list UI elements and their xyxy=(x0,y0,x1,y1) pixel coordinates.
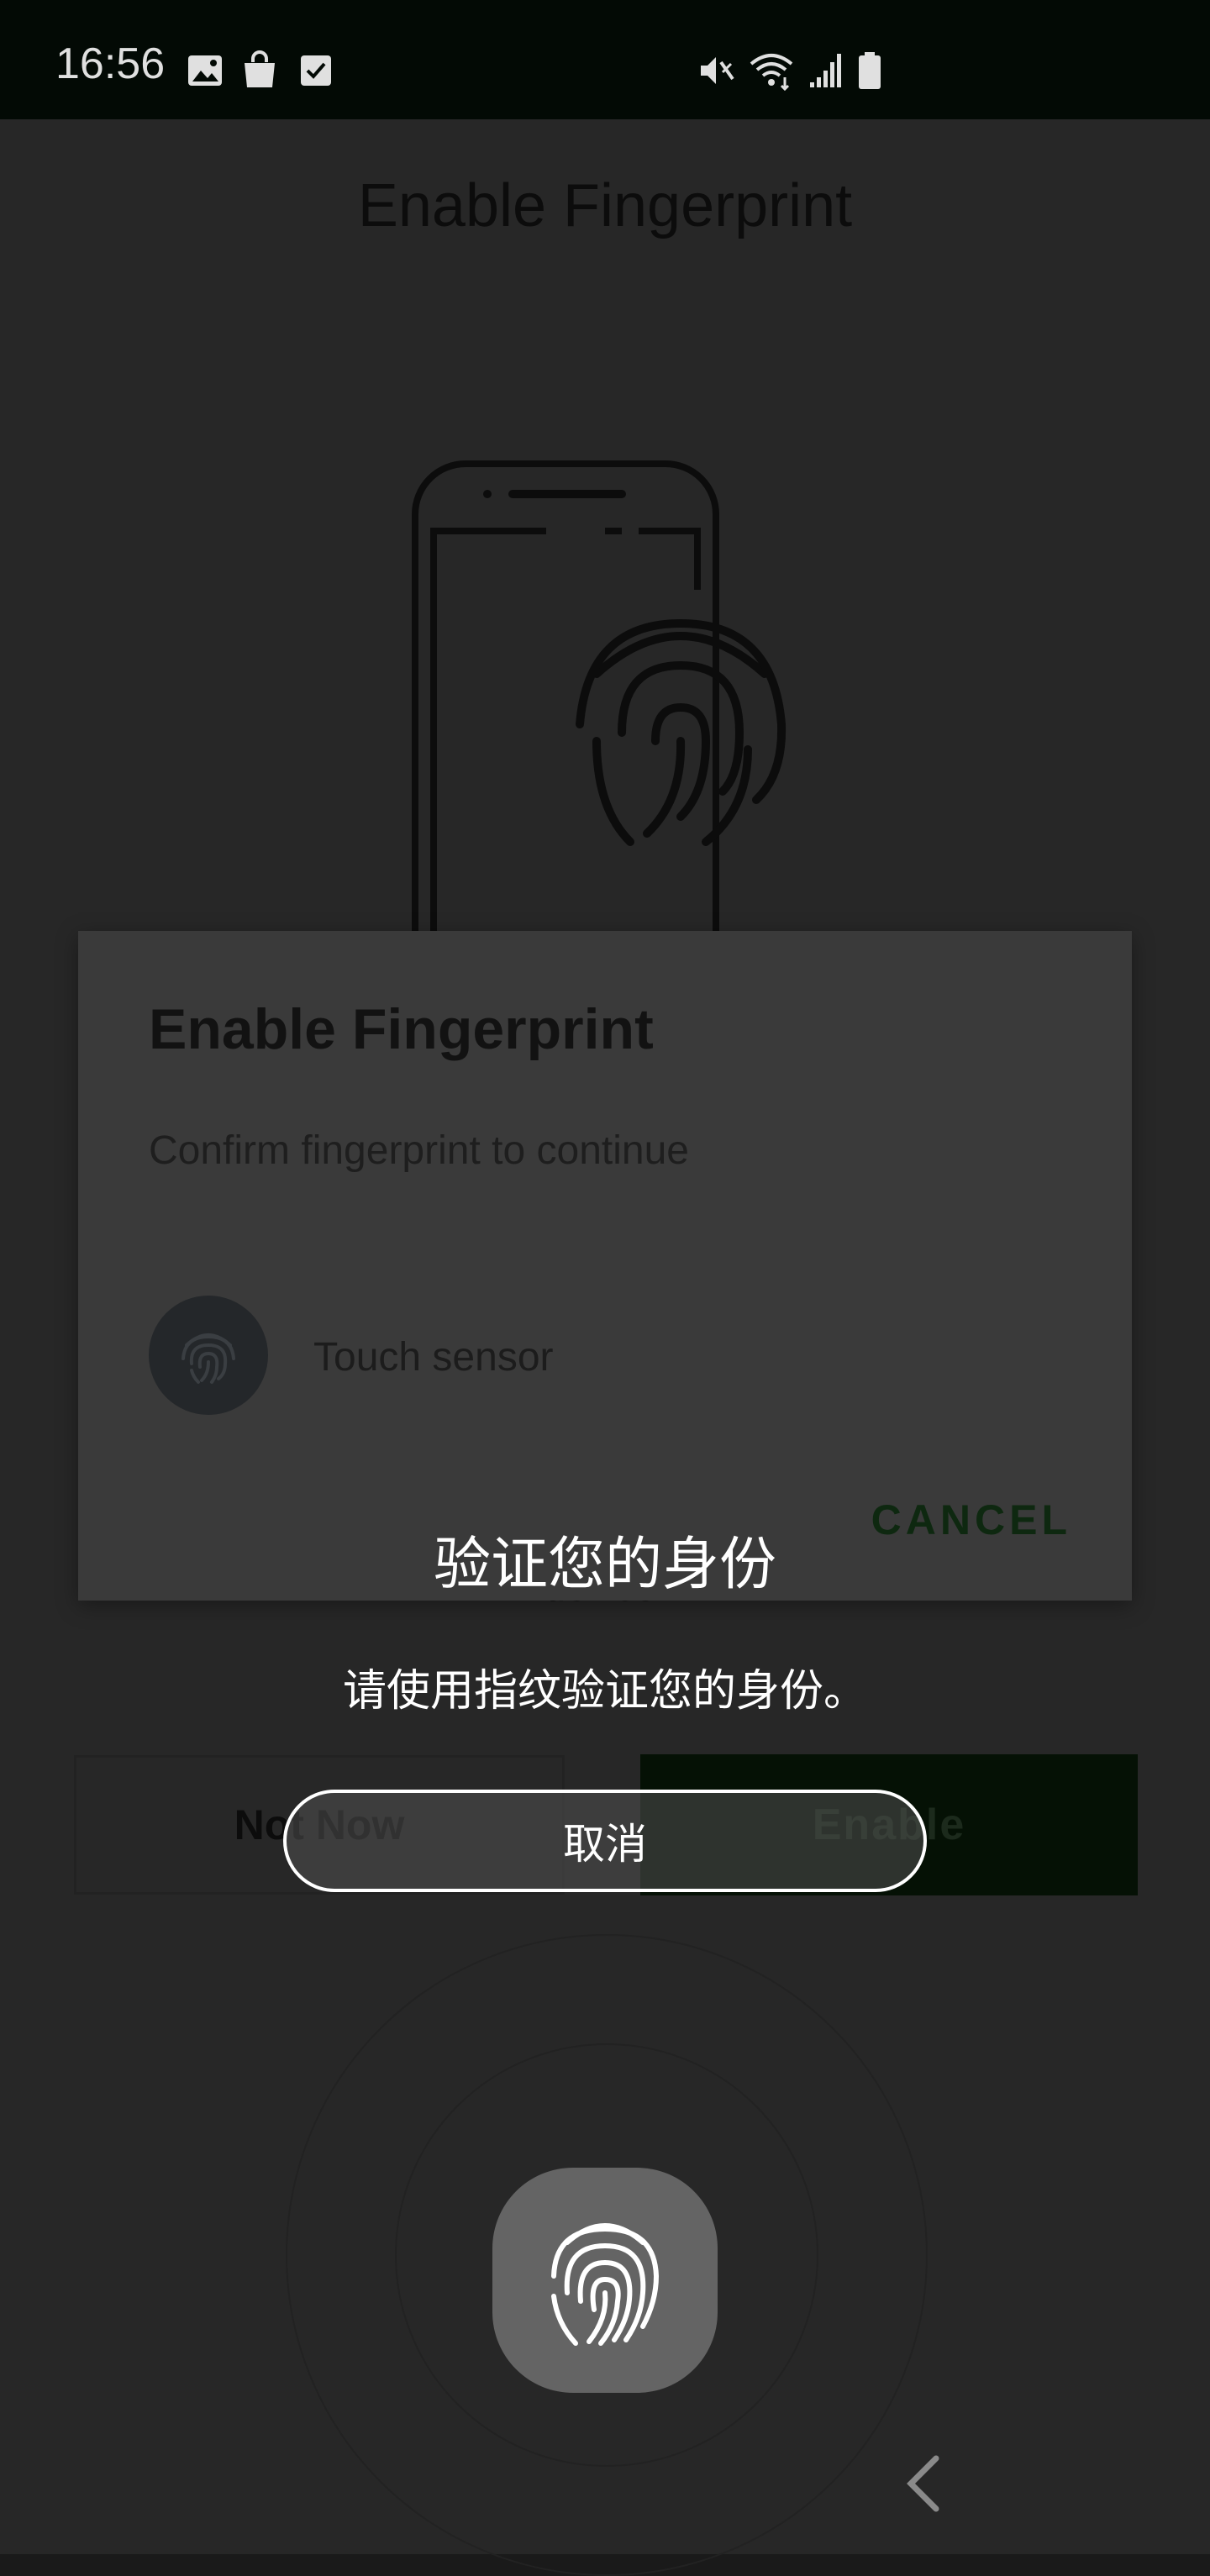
vibrate-mute-icon xyxy=(701,57,734,84)
wifi-icon xyxy=(750,54,793,91)
dialog-title: Enable Fingerprint xyxy=(149,997,654,1061)
fingerprint-icon xyxy=(551,2223,660,2346)
biometric-cancel-button[interactable]: 取消 xyxy=(283,1790,927,1892)
fingerprint-dialog: Enable Fingerprint Confirm fingerprint t… xyxy=(78,931,1132,1601)
fingerprint-sensor-button[interactable] xyxy=(492,2168,718,2393)
touch-sensor-label: Touch sensor xyxy=(313,1335,554,1380)
chevron-left-icon[interactable] xyxy=(899,2453,946,2514)
biometric-title: 验证您的身份 xyxy=(433,1532,776,1598)
status-bar: 16:56 xyxy=(0,0,1210,119)
checkbox-icon xyxy=(301,55,331,86)
battery-icon xyxy=(859,52,881,89)
status-time: 16:56 xyxy=(55,39,166,88)
shopping-bag-icon xyxy=(245,50,275,87)
image-icon xyxy=(188,55,222,86)
signal-icon xyxy=(810,54,841,87)
fingerprint-icon xyxy=(182,1333,235,1384)
dialog-message: Confirm fingerprint to continue xyxy=(149,1128,689,1173)
biometric-subtitle: 请使用指纹验证您的身份。 xyxy=(342,1666,867,1716)
page-title: Enable Fingerprint xyxy=(357,172,853,239)
touch-sensor-icon xyxy=(149,1296,268,1415)
